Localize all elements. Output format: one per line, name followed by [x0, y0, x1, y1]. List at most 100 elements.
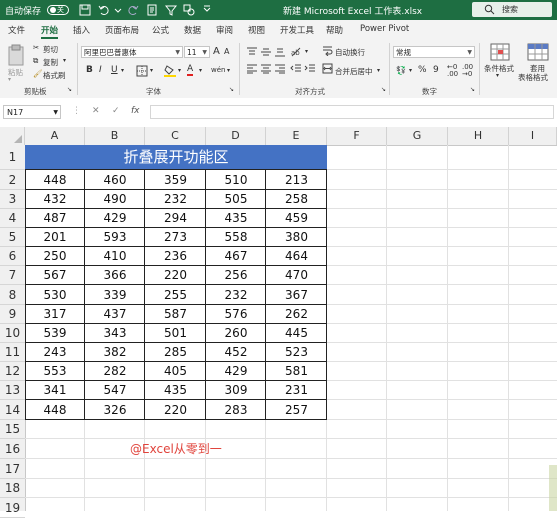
- italic-button[interactable]: I: [99, 65, 102, 75]
- cell-e2[interactable]: 213: [266, 170, 327, 190]
- enter-icon[interactable]: ✓: [112, 106, 120, 116]
- cell-c9[interactable]: 587: [145, 305, 206, 324]
- format-painter-button[interactable]: 格式刷: [43, 70, 66, 81]
- increase-indent-icon[interactable]: [304, 64, 316, 74]
- phonetic-guide-button[interactable]: wén: [211, 66, 225, 74]
- row-header-11[interactable]: 11: [0, 343, 25, 362]
- underline-dropdown-icon[interactable]: ▾: [121, 67, 124, 74]
- row-header-4[interactable]: 4: [0, 209, 25, 228]
- cell-b5[interactable]: 593: [85, 228, 145, 247]
- cell-e12[interactable]: 581: [266, 362, 327, 381]
- cell-d11[interactable]: 452: [206, 343, 266, 362]
- underline-button[interactable]: U: [111, 65, 118, 75]
- cell-e7[interactable]: 470: [266, 266, 327, 285]
- number-format-select[interactable]: 常规 ▼: [393, 46, 475, 58]
- cell-c14[interactable]: 220: [145, 400, 206, 420]
- row-header-7[interactable]: 7: [0, 266, 25, 285]
- cell-a11[interactable]: 243: [25, 343, 85, 362]
- cell-c3[interactable]: 232: [145, 190, 206, 209]
- cell-b11[interactable]: 382: [85, 343, 145, 362]
- tab-review[interactable]: 审阅: [216, 24, 233, 36]
- cell-d7[interactable]: 256: [206, 266, 266, 285]
- cell-e6[interactable]: 464: [266, 247, 327, 266]
- row-header-1[interactable]: 1: [0, 145, 25, 170]
- undo-dropdown-icon[interactable]: [111, 3, 125, 17]
- select-all-button[interactable]: [0, 127, 25, 145]
- tab-developer[interactable]: 开发工具: [280, 24, 314, 36]
- row-header-2[interactable]: 2: [0, 170, 25, 190]
- bold-button[interactable]: B: [86, 65, 93, 75]
- align-top-icon[interactable]: [246, 47, 258, 57]
- cell-b2[interactable]: 460: [85, 170, 145, 190]
- cell-b3[interactable]: 490: [85, 190, 145, 209]
- cell-e4[interactable]: 459: [266, 209, 327, 228]
- cell-a5[interactable]: 201: [25, 228, 85, 247]
- redo-icon[interactable]: [126, 3, 140, 17]
- column-header-g[interactable]: G: [387, 127, 448, 145]
- align-left-icon[interactable]: [246, 64, 258, 74]
- cancel-icon[interactable]: ✕: [92, 106, 100, 116]
- copy-dropdown-icon[interactable]: ▾: [63, 57, 66, 64]
- column-header-f[interactable]: F: [327, 127, 387, 145]
- cell-b6[interactable]: 410: [85, 247, 145, 266]
- cell-c4[interactable]: 294: [145, 209, 206, 228]
- column-header-b[interactable]: B: [85, 127, 145, 145]
- tab-file[interactable]: 文件: [8, 24, 25, 36]
- cell-c12[interactable]: 405: [145, 362, 206, 381]
- column-header-i[interactable]: I: [509, 127, 557, 145]
- row-header-10[interactable]: 10: [0, 324, 25, 343]
- cell-b7[interactable]: 366: [85, 266, 145, 285]
- cell-d10[interactable]: 260: [206, 324, 266, 343]
- align-center-icon[interactable]: [260, 64, 272, 74]
- cell-b13[interactable]: 547: [85, 381, 145, 400]
- row-header-18[interactable]: 18: [0, 479, 25, 498]
- insert-function-icon[interactable]: fx: [131, 106, 140, 116]
- borders-icon[interactable]: [136, 65, 148, 77]
- font-color-button[interactable]: A: [187, 64, 194, 76]
- cell-a9[interactable]: 317: [25, 305, 85, 324]
- percent-style-button[interactable]: %: [418, 65, 427, 75]
- cell-d9[interactable]: 576: [206, 305, 266, 324]
- shrink-font-button[interactable]: A: [224, 47, 229, 56]
- autosave-toggle[interactable]: 关: [47, 5, 69, 15]
- increase-decimal-icon[interactable]: ←0.00: [447, 64, 458, 78]
- column-header-c[interactable]: C: [145, 127, 206, 145]
- wrap-text-button[interactable]: 自动换行: [335, 47, 365, 58]
- cell-a3[interactable]: 432: [25, 190, 85, 209]
- cell-a14[interactable]: 448: [25, 400, 85, 420]
- align-middle-icon[interactable]: [260, 47, 272, 57]
- cell-b8[interactable]: 339: [85, 285, 145, 305]
- cell-d5[interactable]: 558: [206, 228, 266, 247]
- cell-a8[interactable]: 530: [25, 285, 85, 305]
- row-header-13[interactable]: 13: [0, 381, 25, 400]
- column-header-a[interactable]: A: [25, 127, 85, 145]
- column-header-e[interactable]: E: [266, 127, 327, 145]
- paste-icon[interactable]: [6, 43, 26, 67]
- cell-e9[interactable]: 262: [266, 305, 327, 324]
- cell-e11[interactable]: 523: [266, 343, 327, 362]
- tab-view[interactable]: 视图: [248, 24, 265, 36]
- cell-e3[interactable]: 258: [266, 190, 327, 209]
- column-header-h[interactable]: H: [448, 127, 509, 145]
- row-header-6[interactable]: 6: [0, 247, 25, 266]
- merge-dropdown-icon[interactable]: ▾: [377, 67, 380, 74]
- cell-d3[interactable]: 505: [206, 190, 266, 209]
- borders-dropdown-icon[interactable]: ▾: [150, 67, 153, 74]
- cell-d6[interactable]: 467: [206, 247, 266, 266]
- cell-a12[interactable]: 553: [25, 362, 85, 381]
- align-bottom-icon[interactable]: [274, 47, 286, 57]
- cell-a6[interactable]: 250: [25, 247, 85, 266]
- filter-icon[interactable]: [164, 3, 178, 17]
- copy-button[interactable]: 复制: [43, 57, 58, 68]
- accounting-format-icon[interactable]: 💱: [396, 66, 406, 75]
- format-as-table-label-2[interactable]: 表格格式: [518, 72, 548, 83]
- row-header-9[interactable]: 9: [0, 305, 25, 324]
- number-launcher-icon[interactable]: ↘: [470, 86, 475, 93]
- cell-a2[interactable]: 448: [25, 170, 85, 190]
- cell-a10[interactable]: 539: [25, 324, 85, 343]
- phonetic-dropdown-icon[interactable]: ▾: [227, 67, 230, 74]
- tab-page-layout[interactable]: 页面布局: [105, 24, 139, 36]
- conditional-formatting-icon[interactable]: [490, 43, 510, 61]
- shapes-icon[interactable]: [182, 3, 196, 17]
- cut-button[interactable]: 剪切: [43, 44, 58, 55]
